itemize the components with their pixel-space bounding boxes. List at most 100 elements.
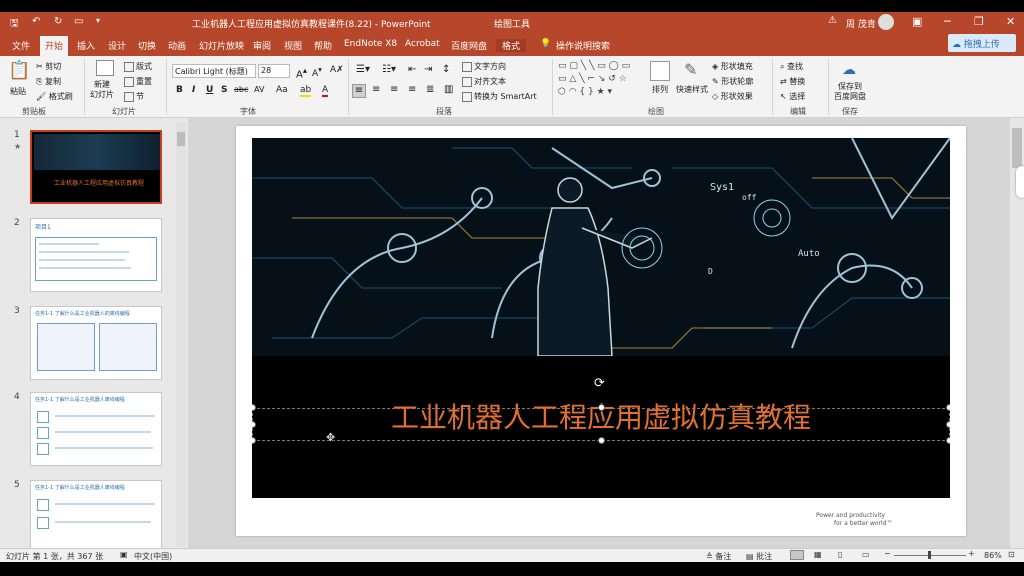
tab-acrobat[interactable]: Acrobat [405, 39, 440, 49]
char-spacing-button[interactable]: AV [254, 85, 264, 94]
close-icon[interactable]: ✕ [1006, 15, 1015, 28]
paste-button[interactable]: 粘贴 [10, 86, 26, 97]
font-name-combo[interactable]: Calibri Light (标题) [172, 64, 256, 78]
scrollbar-thumb[interactable] [177, 132, 185, 146]
shadow-button[interactable]: S [221, 85, 227, 95]
reset-button[interactable]: 重置 [124, 76, 152, 87]
save-to-baidu-button[interactable]: 保存到 百度网盘 [834, 82, 866, 102]
rotate-handle-icon[interactable]: ⟳ [594, 376, 605, 391]
comments-button[interactable]: ▤ 批注 [746, 551, 772, 562]
change-case-button[interactable]: Aa [276, 85, 288, 95]
slide-sorter-icon[interactable]: ▦ [814, 550, 822, 559]
tab-view[interactable]: 视图 [284, 39, 302, 52]
redo-icon[interactable]: ↻ [54, 16, 62, 27]
bullets-icon[interactable]: ☰▾ [356, 64, 370, 75]
distribute-icon[interactable]: ≣ [426, 84, 434, 95]
tab-baidu[interactable]: 百度网盘 [451, 39, 487, 52]
resize-handle[interactable] [946, 404, 950, 411]
customize-qat-icon[interactable]: ▾ [96, 16, 100, 25]
reading-view-icon[interactable]: ▯ [838, 550, 842, 559]
tab-animations[interactable]: 动画 [168, 39, 186, 52]
thumbnail-slide-4[interactable]: 任务1-1 了解什么是工业机器人离线编程 [30, 392, 162, 466]
underline-button[interactable]: U [206, 85, 213, 95]
minimize-icon[interactable]: ─ [944, 15, 951, 28]
new-slide-button[interactable]: 新建 幻灯片 [90, 80, 114, 100]
upload-button[interactable]: ☁ 拖拽上传 [948, 34, 1016, 52]
align-text-button[interactable]: 对齐文本 [462, 76, 506, 87]
undo-icon[interactable]: ↶ [32, 16, 40, 27]
normal-view-icon[interactable] [790, 550, 804, 560]
tab-file[interactable]: 文件 [12, 39, 30, 52]
zoom-level[interactable]: 86% [984, 551, 1002, 560]
zoom-in-icon[interactable]: + [968, 549, 975, 558]
slide-canvas[interactable]: Sys1 Auto off D 工业机器人工程应用虚拟仿真教程 ⟳ ✥ Powe… [236, 126, 966, 536]
layout-button[interactable]: 版式 [124, 61, 152, 72]
thumbnail-slide-2[interactable]: 项目1 [30, 218, 162, 292]
shape-outline-button[interactable]: ✎ 形状轮廓 [712, 76, 753, 87]
quick-styles-icon[interactable]: ✎ [684, 60, 697, 79]
cut-button[interactable]: ✂ 剪切 [36, 61, 61, 72]
highlight-icon[interactable]: ab [300, 85, 312, 97]
tab-design[interactable]: 设计 [108, 39, 126, 52]
text-direction-button[interactable]: 文字方向 [462, 61, 506, 72]
numbering-icon[interactable]: ☷▾ [382, 64, 396, 75]
increase-indent-icon[interactable]: ⇥ [424, 64, 432, 75]
save-icon[interactable]: 🖫 [10, 16, 19, 33]
shape-fill-button[interactable]: ◈ 形状填充 [712, 61, 753, 72]
arrange-button[interactable]: 排列 [652, 84, 668, 95]
shrink-font-icon[interactable]: A▾ [312, 65, 322, 79]
format-painter-button[interactable]: 🖌 格式刷 [36, 91, 73, 102]
thumbnail-slide-1[interactable]: 工业机器人工程应用虚拟仿真教程 [30, 130, 162, 204]
resize-handle[interactable] [598, 404, 605, 411]
copy-button[interactable]: ⎘ 复制 [36, 76, 61, 87]
grow-font-icon[interactable]: A▴ [296, 65, 307, 80]
justify-icon[interactable]: ≡ [408, 84, 416, 95]
line-spacing-icon[interactable]: ↕ [442, 64, 450, 75]
resize-handle[interactable] [252, 437, 256, 444]
thumbnail-slide-5[interactable]: 任务1-1 了解什么是工业机器人离线编程 [30, 480, 162, 554]
restore-icon[interactable]: ❐ [974, 15, 984, 28]
user-name[interactable]: 周 茂青 [846, 17, 876, 30]
section-button[interactable]: 节 [124, 91, 144, 102]
paste-icon[interactable]: 📋 [8, 60, 30, 81]
italic-button[interactable]: I [192, 85, 195, 95]
fit-slide-icon[interactable]: ⊡ [1008, 550, 1015, 559]
new-slide-icon[interactable] [96, 60, 114, 76]
language-indicator[interactable]: 中文(中国) [134, 551, 172, 562]
tab-insert[interactable]: 插入 [77, 39, 95, 52]
font-color-icon[interactable]: A [322, 85, 329, 97]
resize-handle[interactable] [946, 421, 950, 428]
side-panel-toggle[interactable] [1016, 166, 1024, 198]
tab-home[interactable]: 开始 [40, 36, 69, 56]
align-center-icon[interactable]: ≡ [372, 84, 380, 95]
resize-handle[interactable] [598, 437, 605, 444]
zoom-out-icon[interactable]: − [884, 549, 891, 558]
tab-help[interactable]: 帮助 [314, 39, 332, 52]
thumbnails-scrollbar[interactable] [176, 122, 186, 546]
columns-icon[interactable]: ▥ [444, 84, 453, 95]
slideshow-icon[interactable]: ▭ [862, 550, 870, 559]
slide-title[interactable]: 工业机器人工程应用虚拟仿真教程 [252, 396, 950, 436]
tell-me-search[interactable]: 操作说明搜索 [556, 39, 610, 52]
decrease-indent-icon[interactable]: ⇤ [408, 64, 416, 75]
align-right-icon[interactable]: ≡ [390, 84, 398, 95]
spellcheck-icon[interactable]: ▣ [120, 550, 128, 559]
tab-transitions[interactable]: 切换 [138, 39, 156, 52]
replace-button[interactable]: ⇄ 替换 [780, 76, 805, 87]
tab-review[interactable]: 审阅 [253, 39, 271, 52]
arrange-icon[interactable] [650, 61, 670, 81]
editor-scrollbar-thumb[interactable] [1012, 128, 1022, 168]
ribbon-display-icon[interactable]: ▣ [912, 15, 922, 28]
font-size-combo[interactable]: 28 [258, 64, 290, 78]
bold-button[interactable]: B [176, 85, 183, 95]
quick-styles-button[interactable]: 快速样式 [676, 84, 708, 95]
baidu-cloud-icon[interactable]: ☁ [842, 62, 856, 78]
resize-handle[interactable] [946, 437, 950, 444]
notes-button[interactable]: ≜ 备注 [706, 551, 731, 562]
tab-slideshow[interactable]: 幻灯片放映 [199, 39, 244, 52]
tab-format[interactable]: 格式 [496, 39, 527, 52]
shapes-gallery[interactable]: ▭ ▢ ╲ ╲ ▭ ◯ ▭ ▭ △ ╲ ⌐ ↘ ↺ ☆ ⬡ ◠ { } ★ ▾ [558, 60, 640, 102]
avatar[interactable] [878, 14, 894, 30]
find-button[interactable]: ⌕ 查找 [780, 61, 803, 72]
shape-effects-button[interactable]: ◇ 形状效果 [712, 91, 753, 102]
